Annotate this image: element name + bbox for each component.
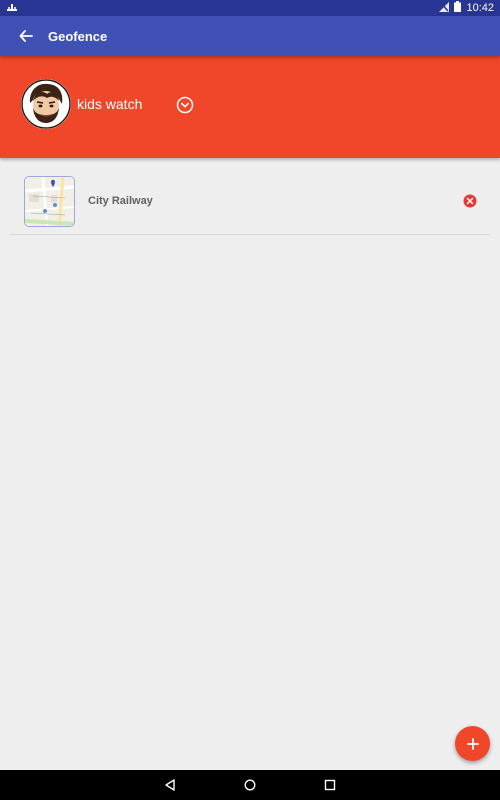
- chevron-down-circle-icon: [176, 96, 194, 114]
- app-bar: Geofence: [0, 16, 500, 56]
- map-thumbnail[interactable]: [24, 176, 75, 227]
- map-thumbnail-icon: [25, 177, 74, 226]
- list-item[interactable]: City Railway: [10, 168, 490, 235]
- page-title: Geofence: [48, 28, 108, 44]
- nav-recents-button[interactable]: [321, 776, 339, 794]
- device-dropdown-button[interactable]: [176, 96, 194, 114]
- battery-icon: [454, 1, 462, 15]
- status-time: 10:42: [466, 2, 494, 14]
- cartoon-man-avatar-icon: [21, 79, 71, 129]
- remove-geofence-button[interactable]: [463, 194, 477, 208]
- back-triangle-icon: [165, 779, 175, 791]
- remove-circle-icon: [463, 194, 477, 208]
- geofence-list: City Railway: [10, 168, 490, 235]
- arrow-back-icon: [19, 30, 33, 42]
- home-circle-icon: [244, 779, 256, 791]
- avatar[interactable]: [21, 79, 71, 129]
- nav-home-button[interactable]: [241, 776, 259, 794]
- status-bar: 10:42: [0, 0, 500, 16]
- system-nav-bar: [0, 770, 500, 800]
- device-header: kids watch: [0, 56, 500, 158]
- geofence-name: City Railway: [88, 195, 153, 207]
- status-icons: 10:42: [439, 1, 494, 15]
- plus-icon: [466, 737, 479, 750]
- add-geofence-button[interactable]: [455, 726, 490, 761]
- nav-back-button[interactable]: [161, 776, 179, 794]
- no-sim-icon: [439, 1, 450, 15]
- recents-square-icon: [324, 779, 336, 791]
- back-button[interactable]: [12, 22, 40, 50]
- device-name: kids watch: [77, 96, 143, 112]
- notification-icon: [6, 2, 18, 17]
